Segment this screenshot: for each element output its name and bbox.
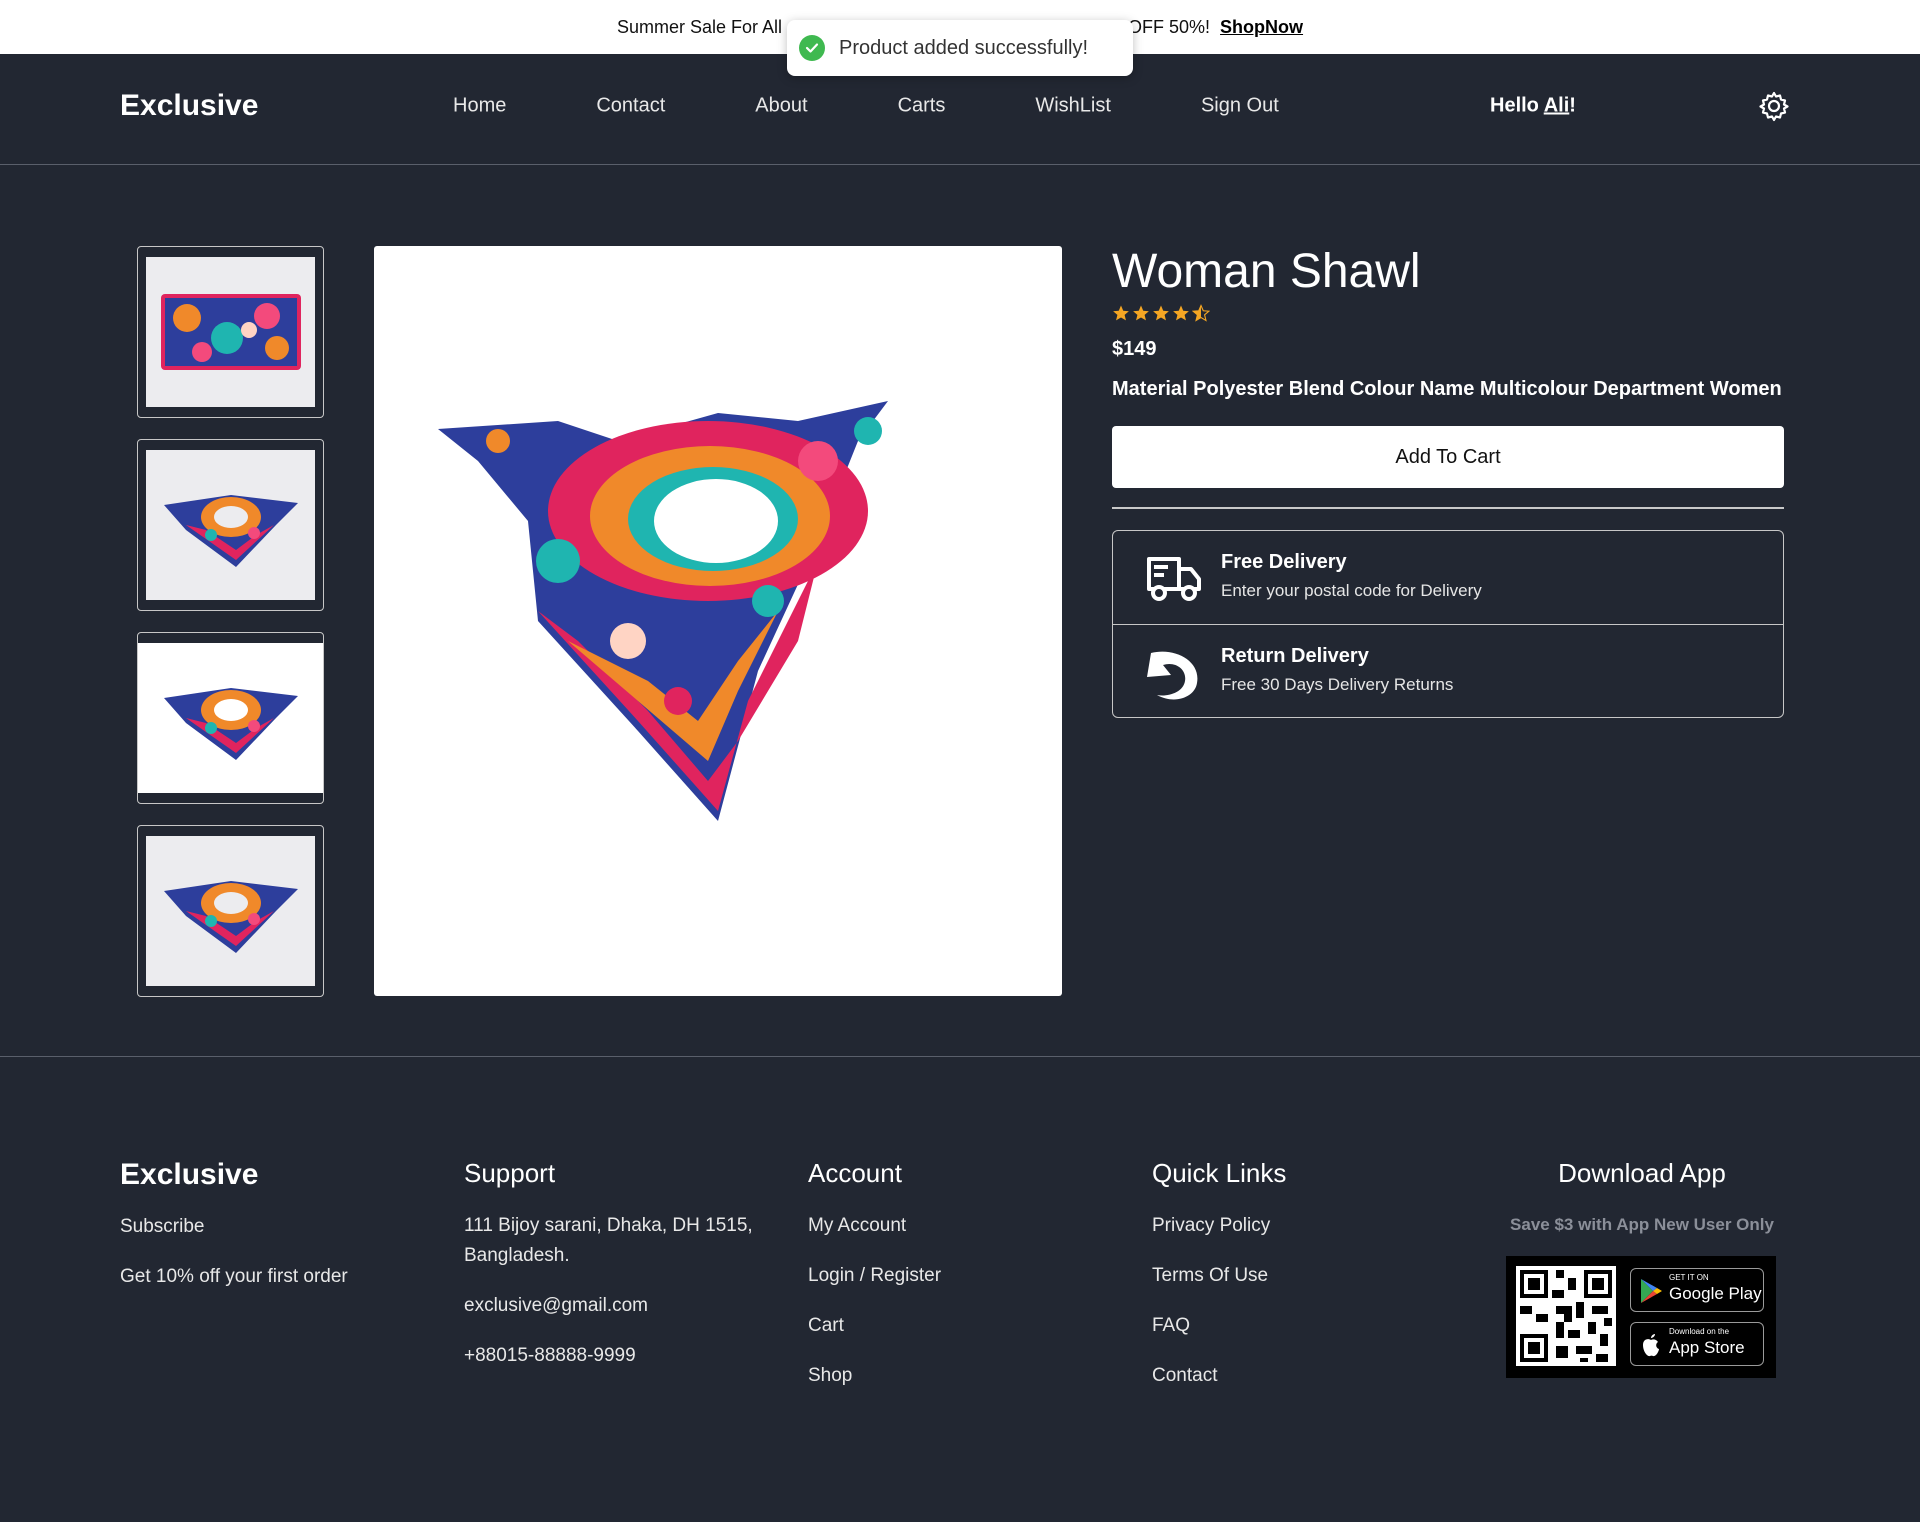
promo-text-left: Summer Sale For All xyxy=(616,16,783,37)
footer-offer: Get 10% off your first order xyxy=(120,1266,348,1287)
free-delivery-row: Free Delivery Enter your postal code for… xyxy=(1113,531,1783,624)
footer-link-privacy-policy[interactable]: Privacy Policy xyxy=(1152,1211,1286,1241)
footer-link-terms-of-use[interactable]: Terms Of Use xyxy=(1152,1261,1286,1291)
support-heading: Support xyxy=(464,1158,556,1188)
user-greeting: Hello Ali! xyxy=(1490,95,1576,118)
star-icon xyxy=(1153,305,1169,321)
nav-wishlist[interactable]: WishList xyxy=(1035,95,1111,118)
nav-carts[interactable]: Carts xyxy=(898,95,946,118)
shop-now-link[interactable]: ShopNow xyxy=(1220,17,1303,38)
app-store-label: App Store xyxy=(1669,1338,1745,1357)
footer-separator xyxy=(0,1056,1920,1057)
free-delivery-subtitle: Enter your postal code for Delivery xyxy=(1221,581,1482,600)
half-star-icon xyxy=(1192,304,1210,322)
greeting-suffix: ! xyxy=(1569,94,1576,117)
footer-download-column: Download App Save $3 with App New User O… xyxy=(1500,1158,1784,1378)
footer-link-faq[interactable]: FAQ xyxy=(1152,1311,1286,1341)
success-toast: Product added successfully! xyxy=(787,20,1133,76)
google-play-icon xyxy=(1639,1278,1663,1304)
apple-icon xyxy=(1639,1332,1663,1358)
delivery-info-box: Free Delivery Enter your postal code for… xyxy=(1112,530,1784,718)
product-price: $149 xyxy=(1112,338,1157,360)
nav-about[interactable]: About xyxy=(755,95,807,118)
return-icon xyxy=(1145,647,1201,700)
star-icon xyxy=(1133,305,1149,321)
footer-quick-links-column: Quick Links Privacy Policy Terms Of Use … xyxy=(1152,1158,1286,1411)
qr-code-icon[interactable] xyxy=(1516,1266,1616,1366)
star-icon xyxy=(1173,305,1189,321)
quick-links-heading: Quick Links xyxy=(1152,1158,1287,1188)
nav-home[interactable]: Home xyxy=(453,95,506,118)
main-product-image xyxy=(374,246,1062,996)
download-heading: Download App xyxy=(1558,1158,1726,1188)
return-delivery-title: Return Delivery xyxy=(1221,645,1369,667)
footer-link-my-account[interactable]: My Account xyxy=(808,1211,941,1241)
footer-link-login-register[interactable]: Login / Register xyxy=(808,1261,941,1291)
product-title: Woman Shawl xyxy=(1112,245,1421,298)
nav-contact[interactable]: Contact xyxy=(596,95,665,118)
add-to-cart-button[interactable]: Add To Cart xyxy=(1112,426,1784,488)
free-delivery-title: Free Delivery xyxy=(1221,551,1347,573)
return-delivery-row: Return Delivery Free 30 Days Delivery Re… xyxy=(1113,624,1783,717)
thumbnail-2[interactable] xyxy=(137,439,324,611)
return-delivery-subtitle: Free 30 Days Delivery Returns xyxy=(1221,675,1454,694)
product-description: Material Polyester Blend Colour Name Mul… xyxy=(1112,378,1782,400)
divider xyxy=(1112,507,1784,509)
main-nav: Home Contact About Carts WishList Sign O… xyxy=(453,95,1369,118)
check-circle-icon xyxy=(799,35,825,61)
footer-link-shop[interactable]: Shop xyxy=(808,1361,941,1391)
truck-icon xyxy=(1145,553,1201,603)
app-store-button[interactable]: Download on the App Store xyxy=(1630,1322,1764,1366)
thumbnail-4[interactable] xyxy=(137,825,324,997)
gear-icon[interactable] xyxy=(1758,90,1790,122)
support-phone[interactable]: +88015-88888-9999 xyxy=(464,1341,784,1371)
nav-sign-out[interactable]: Sign Out xyxy=(1201,95,1279,118)
logo[interactable]: Exclusive xyxy=(120,89,258,123)
google-play-button[interactable]: GET IT ON Google Play xyxy=(1630,1268,1764,1312)
support-email[interactable]: exclusive@gmail.com xyxy=(464,1291,784,1321)
footer-brand-column: Exclusive Subscribe Get 10% off your fir… xyxy=(120,1158,348,1312)
footer-subscribe[interactable]: Subscribe xyxy=(120,1212,348,1242)
footer-link-contact[interactable]: Contact xyxy=(1152,1361,1286,1391)
footer-support-column: Support 111 Bijoy sarani, Dhaka, DH 1515… xyxy=(464,1158,784,1391)
shawl-tied-image xyxy=(146,836,315,986)
shawl-tied-image xyxy=(138,643,323,793)
footer-account-column: Account My Account Login / Register Cart… xyxy=(808,1158,941,1411)
promo-text-right: OFF 50%! xyxy=(1128,16,1211,37)
star-icon xyxy=(1113,305,1129,321)
app-download-box: GET IT ON Google Play Download on the Ap… xyxy=(1506,1256,1776,1378)
app-store-small-text: Download on the xyxy=(1669,1327,1730,1336)
support-address: 111 Bijoy sarani, Dhaka, DH 1515, Bangla… xyxy=(464,1215,753,1266)
thumbnail-1[interactable] xyxy=(137,246,324,418)
app-save-text: Save $3 with App New User Only xyxy=(1510,1215,1774,1234)
toast-message: Product added successfully! xyxy=(839,36,1089,59)
star-rating xyxy=(1112,304,1210,322)
account-heading: Account xyxy=(808,1158,902,1188)
footer-link-cart[interactable]: Cart xyxy=(808,1311,941,1341)
shawl-tied-image xyxy=(146,450,315,600)
google-play-small-text: GET IT ON xyxy=(1669,1273,1709,1282)
user-name-link[interactable]: Ali xyxy=(1544,95,1570,117)
footer-logo: Exclusive xyxy=(120,1158,259,1191)
greeting-prefix: Hello xyxy=(1490,94,1544,117)
google-play-label: Google Play xyxy=(1669,1284,1762,1303)
thumbnail-3[interactable] xyxy=(137,632,324,804)
shawl-flat-image xyxy=(146,257,315,407)
